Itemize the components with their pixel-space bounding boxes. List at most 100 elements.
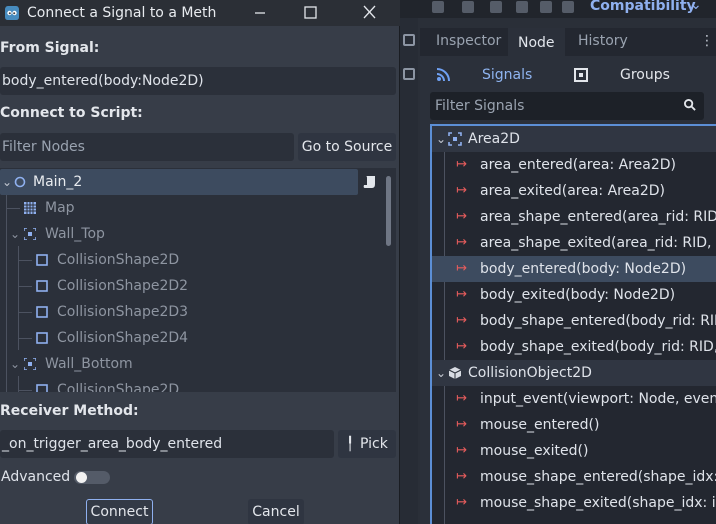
signal-class-collisionobject2d[interactable]: ⌄ CollisionObject2D bbox=[432, 360, 716, 386]
tab-node[interactable]: Node bbox=[508, 28, 565, 56]
signal-class-area2d[interactable]: ⌄ Area2D bbox=[432, 126, 716, 152]
signal-item-selected[interactable]: ↦ body_entered(body: Node2D) bbox=[432, 256, 716, 282]
area2d-icon bbox=[24, 228, 36, 240]
node-tree[interactable]: ⌄ Main_2 Map ⌄ Wall_Top CollisionShape2D… bbox=[0, 168, 396, 392]
close-button[interactable] bbox=[350, 0, 390, 26]
collision-shape-icon bbox=[36, 306, 48, 318]
groups-icon bbox=[574, 68, 588, 82]
signal-label: body_shape_entered(body_rid: RID bbox=[480, 313, 716, 329]
node-item-collisionshape2d[interactable]: CollisionShape2D bbox=[0, 247, 358, 273]
cancel-button[interactable]: Cancel bbox=[248, 499, 304, 524]
signal-item[interactable]: ↦ body_exited(body: Node2D) bbox=[432, 282, 716, 308]
tree-guide bbox=[6, 208, 20, 209]
signal-item[interactable]: ↦ area_shape_exited(area_rid: RID, a bbox=[432, 230, 716, 256]
signal-icon bbox=[436, 68, 450, 82]
node-item-collisionshape2d3[interactable]: CollisionShape2D3 bbox=[0, 299, 358, 325]
pick-button[interactable]: ╿ Pick bbox=[338, 430, 396, 458]
from-signal-label: From Signal: bbox=[0, 40, 100, 56]
subtab-groups[interactable]: Groups bbox=[620, 62, 670, 88]
signal-tree[interactable]: ⌄ Area2D ↦ area_entered(area: Area2D) ↦ … bbox=[430, 124, 716, 524]
collision-shape-icon bbox=[36, 254, 48, 266]
signal-arrow-icon: ↦ bbox=[456, 417, 467, 432]
chevron-down-icon[interactable]: ⌄ bbox=[10, 221, 20, 247]
toggle-knob bbox=[76, 472, 87, 483]
maximize-button[interactable] bbox=[290, 0, 330, 26]
signal-arrow-icon: ↦ bbox=[456, 339, 467, 354]
signal-arrow-icon: ↦ bbox=[456, 157, 467, 172]
signal-arrow-icon: ↦ bbox=[456, 469, 467, 484]
signal-label: mouse_exited() bbox=[480, 443, 589, 459]
node-label: Wall_Top bbox=[45, 226, 105, 242]
tab-inspector[interactable]: Inspector bbox=[426, 28, 511, 56]
remote-debug-icon[interactable] bbox=[562, 1, 574, 13]
collision-shape-icon bbox=[36, 332, 48, 344]
toolbar-icon[interactable] bbox=[403, 68, 415, 80]
node-label: Map bbox=[45, 200, 75, 216]
connect-signal-dialog: Connect a Signal to a Meth... From Signa… bbox=[0, 0, 400, 524]
play-scene-icon[interactable] bbox=[490, 1, 502, 13]
signal-arrow-icon: ↦ bbox=[456, 495, 467, 510]
node-item-collisionshape2d2[interactable]: CollisionShape2D2 bbox=[0, 273, 358, 299]
go-to-source-button[interactable]: Go to Source bbox=[298, 133, 396, 161]
dock-menu-icon[interactable]: ⋮ bbox=[700, 34, 714, 48]
node-item-collisionshape2d4[interactable]: CollisionShape2D4 bbox=[0, 325, 358, 351]
stop-icon[interactable] bbox=[462, 1, 474, 13]
tilemap-icon bbox=[24, 202, 36, 214]
pause-icon[interactable] bbox=[432, 1, 444, 13]
signal-label: body_entered(body: Node2D) bbox=[480, 261, 687, 277]
signal-item[interactable]: ↦ input_event(viewport: Node, event bbox=[432, 386, 716, 412]
renderer-selector[interactable]: Compatibility bbox=[590, 0, 696, 14]
node-label: CollisionShape2D3 bbox=[57, 304, 189, 320]
signal-item[interactable]: ↦ mouse_shape_exited(shape_idx: in bbox=[432, 490, 716, 516]
godot-logo-icon bbox=[5, 6, 19, 20]
tree-guide bbox=[18, 312, 32, 313]
node-item-wall-bottom[interactable]: ⌄ Wall_Bottom bbox=[0, 351, 358, 377]
signal-arrow-icon: ↦ bbox=[456, 261, 467, 276]
search-icon bbox=[684, 99, 696, 111]
signal-item[interactable]: ↦ area_shape_entered(area_rid: RID, bbox=[432, 204, 716, 230]
node-item-map[interactable]: Map bbox=[0, 195, 358, 221]
minimize-button[interactable] bbox=[240, 0, 280, 26]
collision-shape-icon bbox=[36, 280, 48, 292]
tab-history[interactable]: History bbox=[568, 28, 638, 56]
filter-signals-input[interactable]: Filter Signals bbox=[430, 92, 704, 120]
area2d-icon bbox=[24, 358, 36, 370]
node2d-circle-icon bbox=[14, 176, 26, 188]
signal-label: area_shape_entered(area_rid: RID, bbox=[480, 209, 716, 225]
signal-item[interactable]: ↦ area_exited(area: Area2D) bbox=[432, 178, 716, 204]
fullscreen-icon[interactable] bbox=[403, 34, 415, 46]
signal-item[interactable]: ↦ body_shape_entered(body_rid: RID bbox=[432, 308, 716, 334]
chevron-down-icon[interactable]: ⌄ bbox=[2, 169, 12, 195]
signal-item[interactable]: ↦ mouse_entered() bbox=[432, 412, 716, 438]
node-item-main-2[interactable]: ⌄ Main_2 bbox=[0, 169, 358, 195]
play-custom-icon[interactable] bbox=[516, 1, 528, 13]
signal-arrow-icon: ↦ bbox=[456, 209, 467, 224]
tree-guide bbox=[18, 286, 32, 287]
script-icon[interactable] bbox=[363, 175, 377, 189]
signal-label: input_event(viewport: Node, event bbox=[480, 391, 716, 407]
filter-nodes-input[interactable]: Filter Nodes bbox=[0, 133, 294, 161]
chevron-down-icon[interactable]: ⌄ bbox=[436, 360, 446, 386]
signal-label: mouse_shape_exited(shape_idx: in bbox=[480, 495, 716, 511]
chevron-down-icon[interactable]: ⌄ bbox=[436, 126, 446, 152]
signal-item[interactable]: ↦ body_shape_exited(body_rid: RID, bbox=[432, 334, 716, 360]
signal-arrow-icon: ↦ bbox=[456, 391, 467, 406]
collision-shape-icon bbox=[36, 384, 48, 392]
scrollbar-thumb[interactable] bbox=[386, 176, 391, 246]
signal-label: area_exited(area: Area2D) bbox=[480, 183, 665, 199]
node-item-collisionshape2d[interactable]: CollisionShape2D bbox=[0, 377, 358, 392]
signal-item[interactable]: ↦ mouse_shape_entered(shape_idx: bbox=[432, 464, 716, 490]
chevron-down-icon[interactable]: ⌄ bbox=[10, 351, 20, 377]
movie-maker-icon[interactable] bbox=[540, 1, 552, 13]
receiver-method-input[interactable]: _on_trigger_area_body_entered bbox=[0, 430, 334, 458]
signal-item[interactable]: ↦ area_entered(area: Area2D) bbox=[432, 152, 716, 178]
connect-button[interactable]: Connect bbox=[86, 499, 153, 524]
dialog-titlebar[interactable]: Connect a Signal to a Meth... bbox=[0, 0, 400, 26]
signal-arrow-icon: ↦ bbox=[456, 235, 467, 250]
signal-label: mouse_shape_entered(shape_idx: bbox=[480, 469, 716, 485]
node-item-wall-top[interactable]: ⌄ Wall_Top bbox=[0, 221, 358, 247]
signal-item[interactable]: ↦ mouse_exited() bbox=[432, 438, 716, 464]
subtab-signals[interactable]: Signals bbox=[482, 62, 532, 88]
dialog-title: Connect a Signal to a Meth... bbox=[27, 5, 217, 21]
chevron-down-icon[interactable]: ⌄ bbox=[690, 0, 702, 13]
